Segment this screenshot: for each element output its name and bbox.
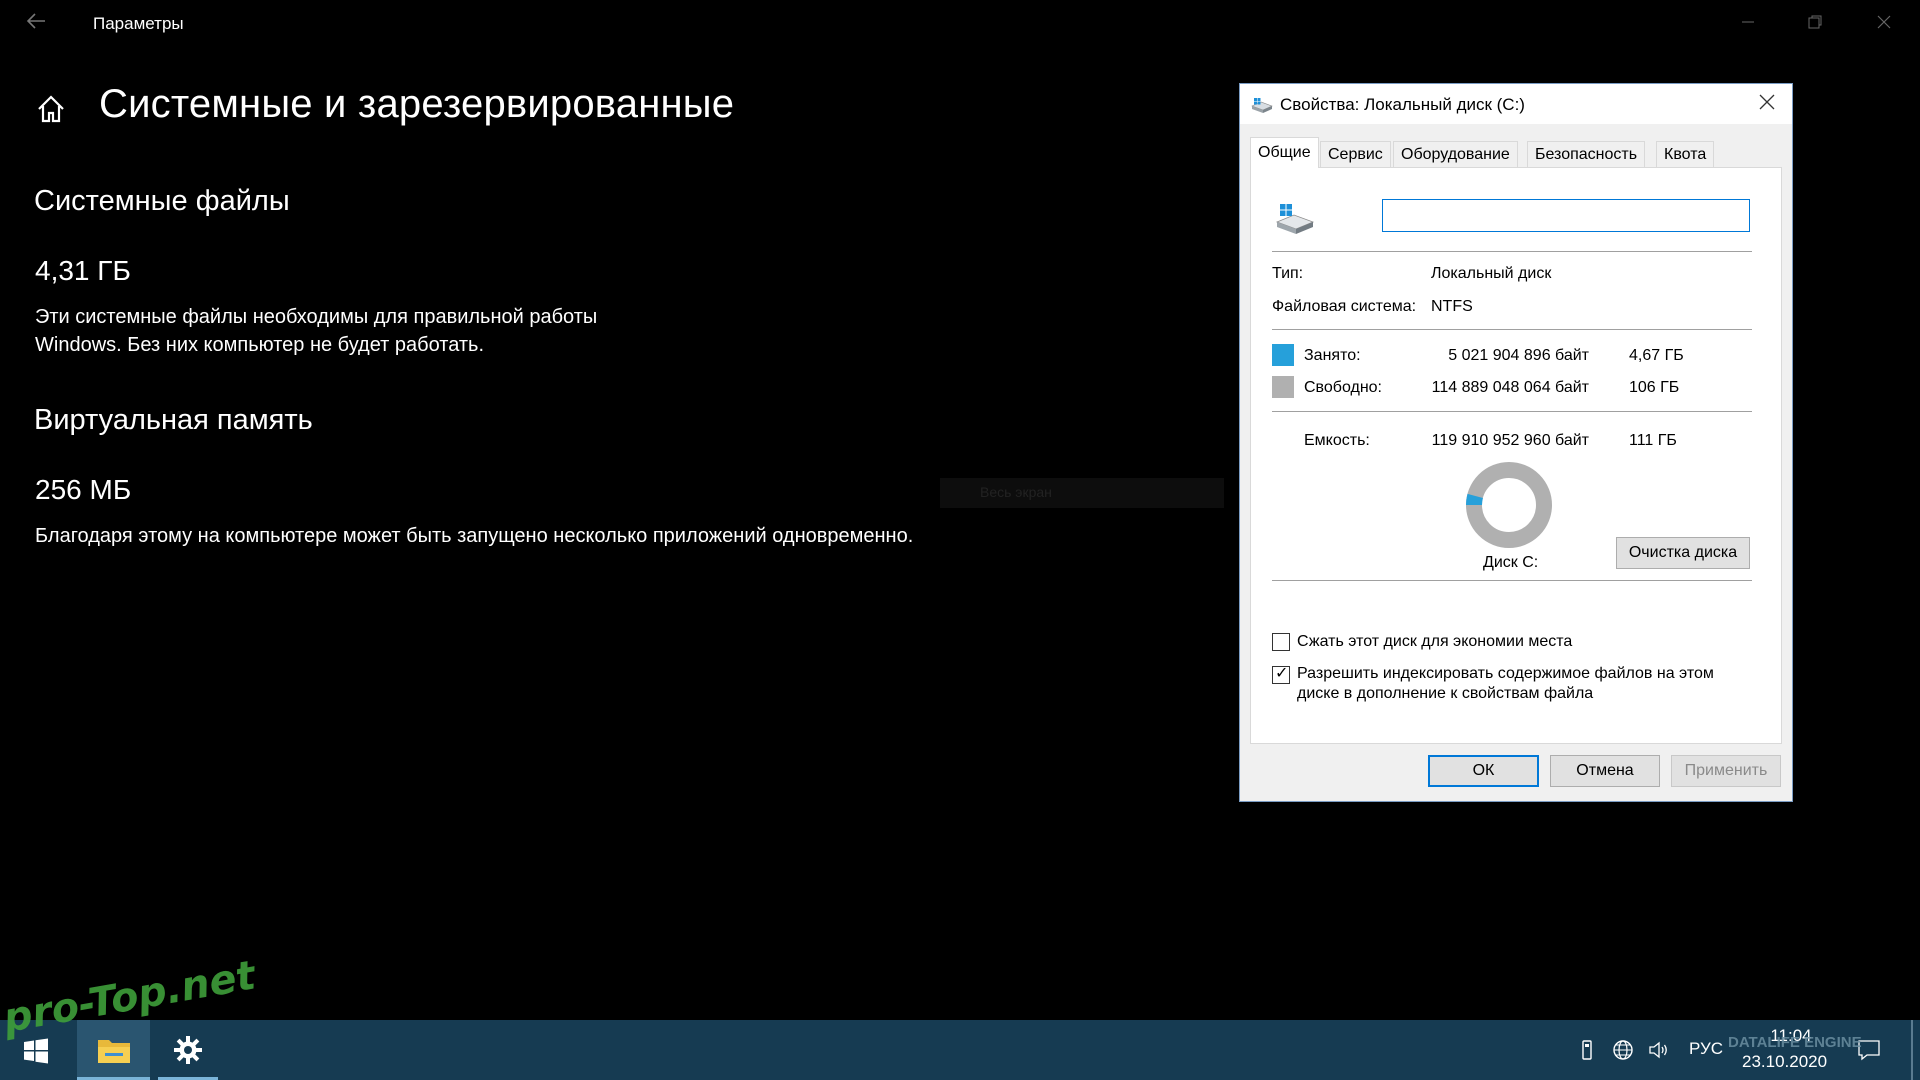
filesystem-label: Файловая система: (1272, 298, 1417, 315)
drive-small-icon (1251, 97, 1273, 113)
virtual-memory-heading: Виртуальная память (34, 404, 313, 436)
system-files-size: 4,31 ГБ (35, 255, 131, 286)
disk-properties-dialog: Свойства: Локальный диск (C:) Общие Серв… (1239, 83, 1793, 802)
disk-cleanup-button[interactable]: Очистка диска (1616, 537, 1750, 569)
filesystem-value: NTFS (1431, 298, 1473, 315)
system-files-desc-line1: Эти системные файлы необходимы для прави… (35, 306, 598, 328)
apply-button[interactable]: Применить (1671, 755, 1781, 787)
type-value: Локальный диск (1431, 265, 1552, 282)
restore-icon[interactable] (1795, 10, 1835, 38)
capacity-label: Емкость: (1304, 432, 1370, 449)
back-arrow-icon[interactable] (20, 10, 52, 38)
free-color-swatch (1272, 376, 1294, 398)
settings-taskbar-button[interactable] (158, 1020, 218, 1080)
app-title: Параметры (93, 14, 184, 33)
volume-icon[interactable] (1647, 1038, 1671, 1062)
used-size: 4,67 ГБ (1629, 347, 1684, 364)
show-desktop-button[interactable] (1911, 1020, 1913, 1080)
tab-hardware[interactable]: Оборудование (1393, 141, 1518, 167)
ghost-text: Весь экран (980, 484, 1052, 500)
file-explorer-button[interactable] (77, 1020, 150, 1080)
tab-quota[interactable]: Квота (1656, 141, 1715, 167)
usb-device-icon[interactable] (1575, 1038, 1599, 1062)
disk-usage-ring (1466, 462, 1552, 548)
dialog-titlebar[interactable]: Свойства: Локальный диск (C:) (1240, 84, 1792, 124)
network-globe-icon[interactable] (1611, 1038, 1635, 1062)
gear-icon (174, 1036, 202, 1064)
windows-logo-icon (24, 1038, 48, 1064)
minimize-icon[interactable] (1728, 10, 1768, 38)
separator (1272, 251, 1752, 252)
separator (1272, 329, 1752, 330)
language-indicator[interactable]: РУС (1689, 1039, 1723, 1059)
clock-date[interactable]: 23.10.2020 (1742, 1052, 1827, 1072)
home-icon[interactable] (34, 92, 70, 128)
index-label-line2: диске в дополнение к свойствам файла (1297, 685, 1594, 702)
disk-label: Диск C: (1483, 554, 1539, 571)
separator (1272, 411, 1752, 412)
separator (1272, 580, 1752, 581)
used-label: Занято: (1304, 347, 1361, 364)
free-space-arc (1466, 462, 1552, 548)
settings-titlebar: Параметры (0, 0, 1920, 48)
used-color-swatch (1272, 344, 1294, 366)
virtual-memory-desc: Благодаря этому на компьютере может быть… (35, 525, 914, 547)
dialog-title: Свойства: Локальный диск (C:) (1280, 95, 1525, 114)
capacity-size: 111 ГБ (1629, 432, 1677, 449)
tab-general[interactable]: Общие (1250, 137, 1319, 168)
tab-service[interactable]: Сервис (1320, 141, 1391, 167)
compress-checkbox[interactable] (1272, 633, 1290, 651)
free-size: 106 ГБ (1629, 379, 1680, 396)
ok-button[interactable]: ОК (1428, 755, 1539, 787)
compress-label: Сжать этот диск для экономии места (1297, 633, 1573, 650)
free-bytes: 114 889 048 064 байт (1431, 379, 1589, 396)
checkmark-icon: ✓ (1275, 665, 1289, 682)
folder-icon (98, 1040, 130, 1063)
virtual-memory-size: 256 МБ (35, 474, 132, 505)
general-tab-panel: Тип: Локальный диск Файловая система: NT… (1250, 167, 1782, 744)
index-label-line1: Разрешить индексировать содержимое файло… (1297, 665, 1714, 682)
dialog-close-icon[interactable] (1750, 90, 1784, 118)
index-checkbox[interactable]: ✓ (1272, 665, 1290, 684)
tab-security[interactable]: Безопасность (1527, 141, 1646, 167)
type-label: Тип: (1272, 265, 1304, 282)
system-files-heading: Системные файлы (34, 185, 290, 217)
taskbar: РУС 11:04 23.10.2020 (0, 1020, 1920, 1080)
system-files-desc-line2: Windows. Без них компьютер не будет рабо… (35, 334, 485, 356)
drive-icon (1275, 202, 1315, 238)
capacity-bytes: 119 910 952 960 байт (1431, 432, 1589, 449)
close-icon[interactable] (1864, 10, 1904, 38)
page-title: Системные и зарезервированные (99, 82, 735, 126)
watermark-engine: DATALIFE ENGINE (1728, 1034, 1862, 1051)
used-bytes: 5 021 904 896 байт (1448, 347, 1589, 364)
drive-name-input[interactable] (1382, 199, 1750, 232)
free-label: Свободно: (1304, 379, 1382, 396)
cancel-button[interactable]: Отмена (1550, 755, 1660, 787)
